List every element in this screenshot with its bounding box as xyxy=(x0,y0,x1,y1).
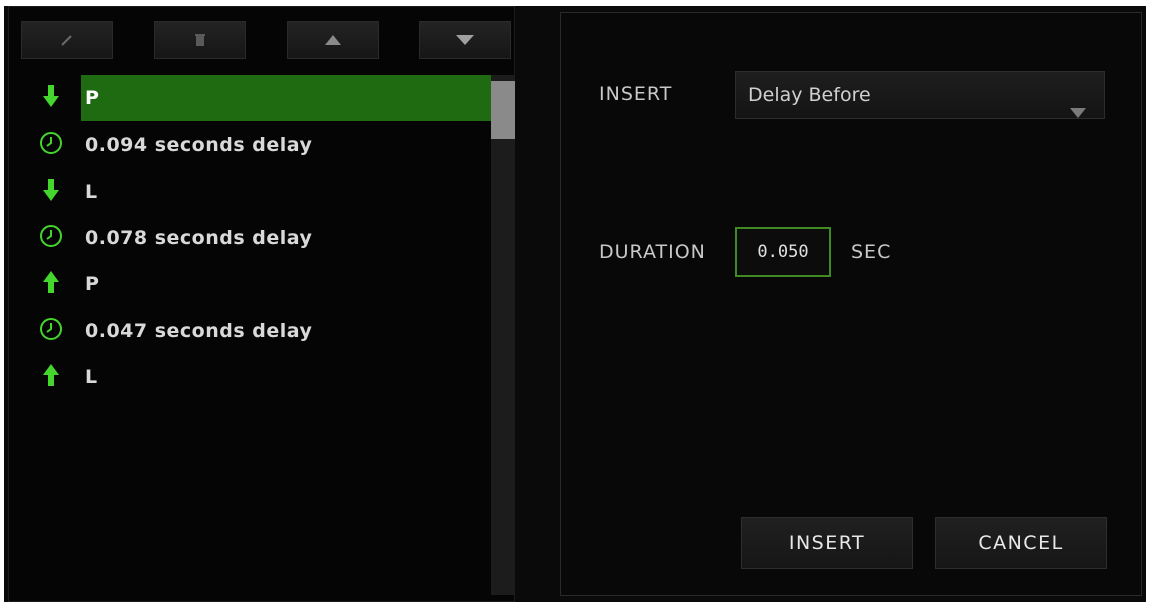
list-item[interactable]: 0.047 seconds delay xyxy=(21,308,491,354)
move-down-button[interactable] xyxy=(419,21,511,59)
arrow-up-icon xyxy=(43,364,59,390)
insert-type-dropdown[interactable]: Delay Before xyxy=(735,71,1105,119)
duration-label: DURATION xyxy=(599,241,706,263)
duration-input[interactable]: 0.050 xyxy=(735,227,831,277)
triangle-down-icon xyxy=(456,35,474,45)
macro-toolbar xyxy=(21,21,511,61)
list-item[interactable]: 0.078 seconds delay xyxy=(21,215,491,261)
list-item[interactable]: 0.094 seconds delay xyxy=(21,122,491,168)
list-item-label: L xyxy=(85,366,98,388)
clock-icon xyxy=(39,224,63,252)
list-item-label: 0.094 seconds delay xyxy=(85,134,313,156)
list-item-label: 0.047 seconds delay xyxy=(85,320,313,342)
pencil-icon xyxy=(60,33,74,47)
triangle-up-icon xyxy=(325,35,341,45)
delete-button[interactable] xyxy=(154,21,246,59)
macro-event-list[interactable]: P 0.094 seconds delay L 0.078 seconds de… xyxy=(21,75,491,595)
macro-editor: P 0.094 seconds delay L 0.078 seconds de… xyxy=(4,6,1146,602)
list-item[interactable]: P xyxy=(21,261,491,307)
macro-list-panel: P 0.094 seconds delay L 0.078 seconds de… xyxy=(8,6,515,602)
insert-button[interactable]: INSERT xyxy=(741,517,913,569)
list-item[interactable]: L xyxy=(21,169,491,215)
trash-icon xyxy=(194,33,206,47)
arrow-up-icon xyxy=(43,271,59,297)
insert-panel: INSERT Delay Before DURATION 0.050 SEC I… xyxy=(560,12,1142,596)
list-item-label: 0.078 seconds delay xyxy=(85,227,313,249)
list-item-label: P xyxy=(81,75,491,121)
clock-icon xyxy=(39,317,63,345)
chevron-down-icon xyxy=(1070,89,1086,135)
list-item[interactable]: L xyxy=(21,354,491,400)
list-scrollbar[interactable] xyxy=(491,75,515,595)
arrow-down-icon xyxy=(43,179,59,205)
clock-icon xyxy=(39,131,63,159)
insert-type-value: Delay Before xyxy=(748,84,871,106)
list-item-label: L xyxy=(85,181,98,203)
duration-unit: SEC xyxy=(851,241,892,263)
edit-button[interactable] xyxy=(21,21,113,59)
move-up-button[interactable] xyxy=(287,21,379,59)
scrollbar-thumb[interactable] xyxy=(491,81,515,139)
insert-label: INSERT xyxy=(599,83,673,105)
cancel-button[interactable]: CANCEL xyxy=(935,517,1107,569)
list-item[interactable]: P xyxy=(21,75,491,121)
list-item-label: P xyxy=(85,273,100,295)
arrow-down-icon xyxy=(43,85,59,111)
